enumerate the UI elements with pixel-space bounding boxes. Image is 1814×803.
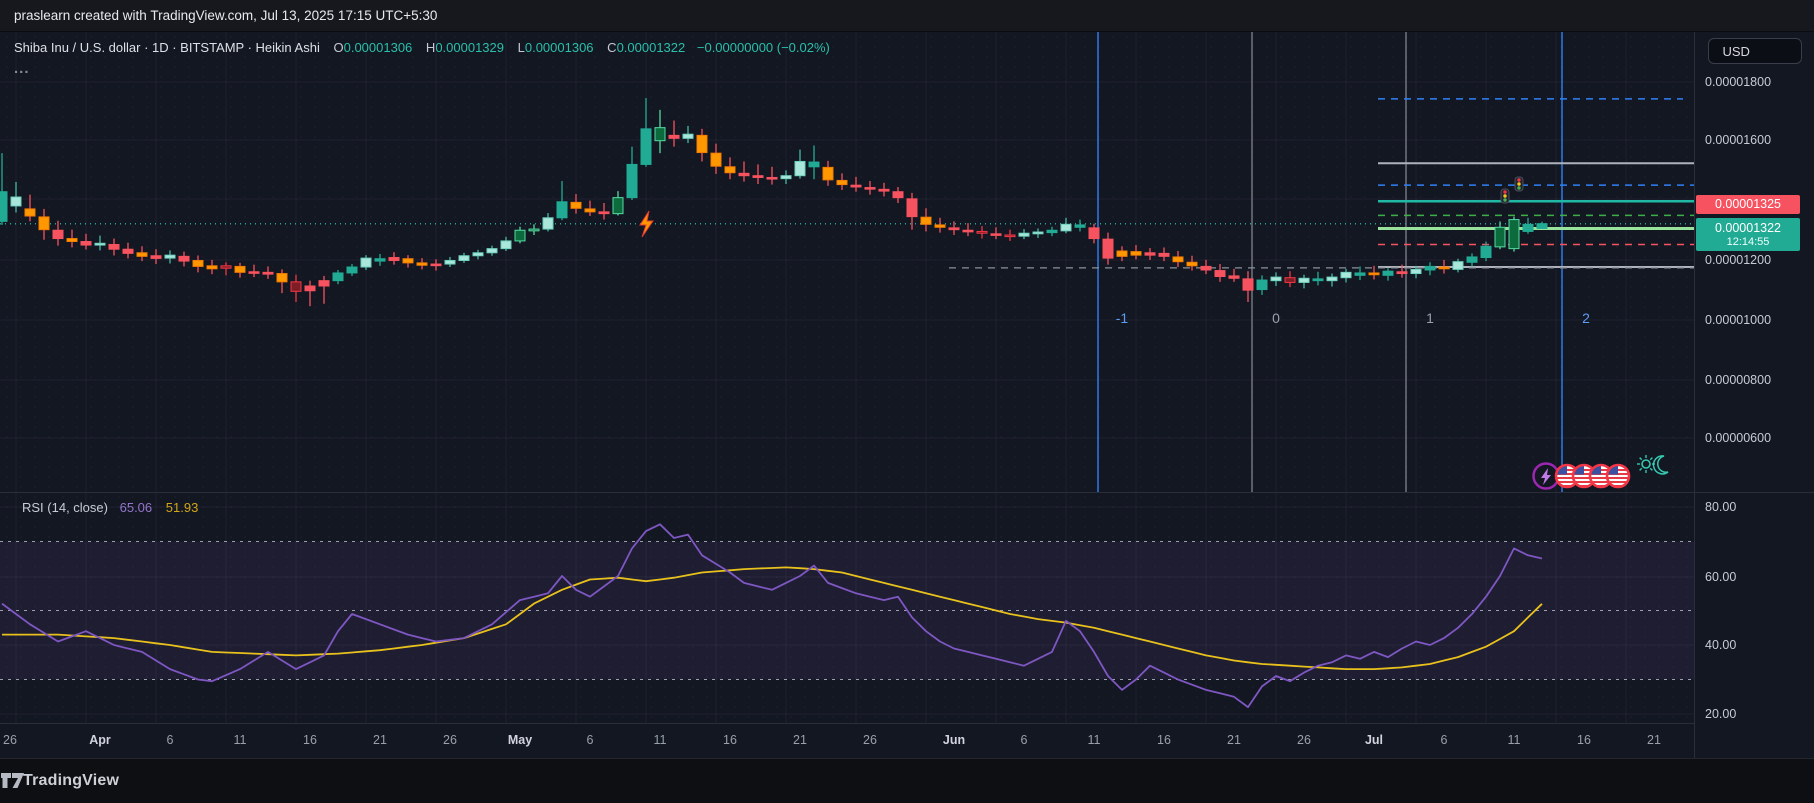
time-axis-label: 11 — [1088, 733, 1101, 747]
time-axis-label: Apr — [89, 733, 111, 747]
bar-countdown: 12:14:55 — [1696, 236, 1800, 249]
rsi-title[interactable]: RSI (14, close) — [22, 500, 108, 515]
rsi-band — [0, 542, 1694, 680]
axis-price-label: 80.00 — [1705, 500, 1736, 514]
sun-moon-icon — [1637, 455, 1668, 474]
time-axis-label: 11 — [654, 733, 667, 747]
grid-lines — [0, 32, 1694, 492]
heikin-ashi-candles[interactable] — [0, 98, 1547, 306]
rsi-ma-value: 51.93 — [166, 500, 199, 515]
axis-price-label: 0.00001200 — [1705, 253, 1771, 267]
axis-price-label: 0.00000800 — [1705, 373, 1771, 387]
time-axis-label: 6 — [1021, 733, 1028, 747]
open-value: 0.00001306 — [344, 40, 413, 55]
time-axis-label: 21 — [793, 733, 807, 747]
time-axis-label: 26 — [863, 733, 877, 747]
attribution-bar: praslearn created with TradingView.com, … — [0, 0, 1814, 32]
pattern-label: 0 — [1272, 310, 1280, 326]
close-label: C — [607, 40, 616, 55]
time-axis-label: 16 — [1577, 733, 1591, 747]
axis-price-label: 0.00001600 — [1705, 133, 1771, 147]
time-axis-label: 26 — [443, 733, 457, 747]
drawn-horizontal-lines[interactable] — [949, 99, 1694, 268]
axis-price-label: 40.00 — [1705, 638, 1736, 652]
footer-bar: TradingView — [0, 758, 1814, 803]
time-axis-label: 21 — [1647, 733, 1661, 747]
axis-price-label: 0.00000600 — [1705, 431, 1771, 445]
currency-toggle-button[interactable]: USD — [1708, 38, 1802, 64]
alert-price-badge: 0.00001325 — [1696, 195, 1800, 214]
tradingview-published-chart: { "header": {"attribution": "praslearn c… — [0, 0, 1814, 803]
time-axis-label: 21 — [373, 733, 387, 747]
attribution-text: praslearn created with TradingView.com, … — [14, 8, 437, 23]
low-label: L — [518, 40, 525, 55]
status-icons[interactable] — [1534, 455, 1669, 489]
time-axis-label: 26 — [3, 733, 17, 747]
axis-price-label: 20.00 — [1705, 707, 1736, 721]
time-axis-label: 6 — [167, 733, 174, 747]
time-axis-label: 16 — [303, 733, 317, 747]
close-value: 0.00001322 — [617, 40, 686, 55]
time-axis-label: 6 — [1441, 733, 1448, 747]
pane-separator[interactable] — [0, 492, 1814, 493]
time-axis-label: 21 — [1227, 733, 1241, 747]
indicators-collapsed-menu[interactable]: ... — [14, 60, 30, 77]
us-flag-icon — [1607, 465, 1629, 487]
tradingview-logo-icon[interactable] — [0, 771, 26, 791]
rsi-legend[interactable]: RSI (14, close) 65.06 51.93 — [22, 500, 198, 515]
symbol-legend[interactable]: Shiba Inu / U.S. dollar · 1D · BITSTAMP … — [14, 40, 830, 55]
tradingview-brand-text[interactable]: TradingView — [23, 772, 119, 790]
high-label: H — [426, 40, 435, 55]
time-axis-label: 16 — [723, 733, 737, 747]
price-pane — [0, 32, 1694, 492]
time-axis-label: May — [508, 733, 532, 747]
traffic-light-icon — [1515, 177, 1523, 191]
time-axis-label: 6 — [587, 733, 594, 747]
change-value: −0.00000000 (−0.02%) — [697, 40, 830, 55]
pattern-vertical-lines — [1098, 32, 1562, 492]
last-price-value: 0.00001322 — [1696, 220, 1800, 236]
rsi-value: 65.06 — [120, 500, 153, 515]
time-axis-label: Jun — [943, 733, 965, 747]
axis-price-label: 0.00001800 — [1705, 75, 1771, 89]
last-price-badge: 0.00001322 12:14:55 — [1696, 218, 1800, 251]
axis-price-label: 0.00001000 — [1705, 313, 1771, 327]
time-axis-label: 11 — [1508, 733, 1521, 747]
low-value: 0.00001306 — [525, 40, 594, 55]
pattern-label: 2 — [1582, 310, 1590, 326]
chart-plot-area[interactable]: Shiba Inu / U.S. dollar · 1D · BITSTAMP … — [0, 32, 1694, 723]
rsi-pane — [0, 492, 1694, 723]
traffic-light-icon — [1501, 189, 1509, 203]
axis-price-label: 60.00 — [1705, 570, 1736, 584]
pattern-label: 1 — [1426, 310, 1434, 326]
open-label: O — [333, 40, 343, 55]
time-axis-label: Jul — [1365, 733, 1383, 747]
time-axis-label: 26 — [1297, 733, 1311, 747]
price-axis[interactable]: USD 0.00001800 0.00001600 0.00001200 0.0000… — [1694, 32, 1814, 758]
symbol-title[interactable]: Shiba Inu / U.S. dollar · 1D · BITSTAMP … — [14, 40, 320, 55]
time-axis-label: 16 — [1157, 733, 1171, 747]
time-axis-label: 11 — [234, 733, 247, 747]
pattern-label: -1 — [1116, 310, 1128, 326]
high-value: 0.00001329 — [435, 40, 504, 55]
time-axis[interactable]: 26 Apr 6 11 16 21 26 May 6 11 16 21 26 Jun 6 11 16 21 26 Ju… — [0, 723, 1694, 758]
